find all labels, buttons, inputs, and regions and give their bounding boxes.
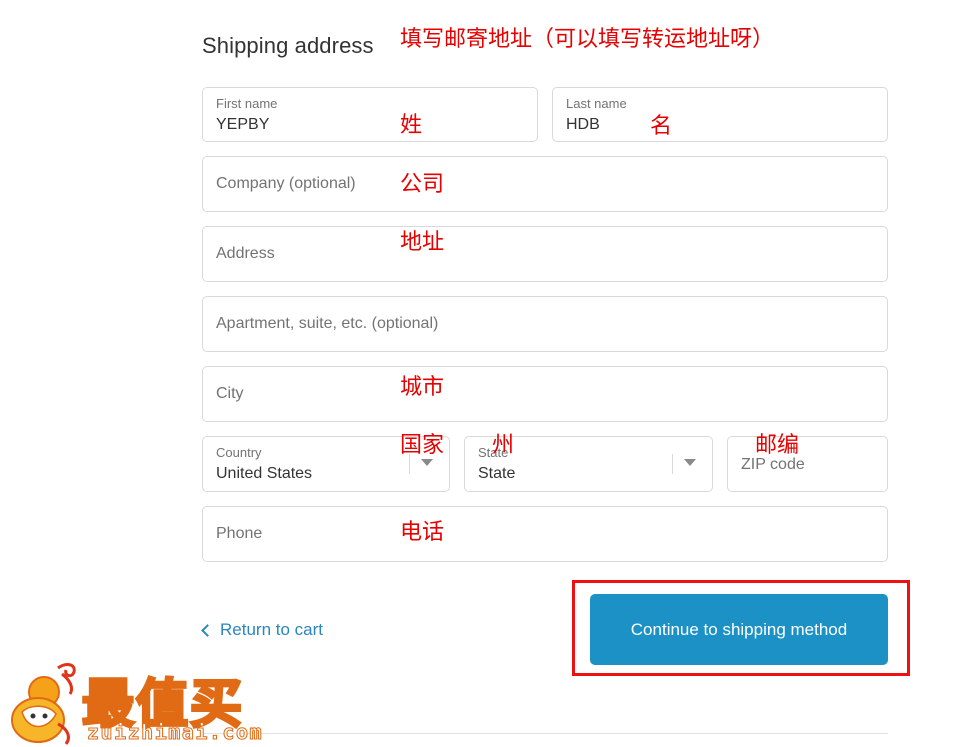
- apartment-placeholder: Apartment, suite, etc. (optional): [216, 315, 439, 332]
- state-select-divider: [672, 454, 673, 474]
- annotation-company: 公司: [400, 172, 445, 197]
- chevron-down-icon: [684, 459, 696, 466]
- phone-placeholder: Phone: [216, 525, 263, 542]
- annotation-country: 国家: [400, 433, 445, 458]
- return-to-cart-label: Return to cart: [220, 620, 323, 639]
- city-placeholder: City: [216, 385, 244, 402]
- city-field[interactable]: City: [202, 366, 888, 422]
- apartment-field[interactable]: Apartment, suite, etc. (optional): [202, 296, 888, 352]
- last-name-value: HDB: [566, 116, 600, 133]
- chevron-left-icon: [201, 623, 214, 637]
- continue-to-shipping-button[interactable]: Continue to shipping method: [590, 594, 888, 665]
- return-to-cart-link[interactable]: Return to cart: [201, 620, 323, 640]
- chevron-down-icon: [421, 459, 433, 466]
- footer-divider: [203, 733, 888, 734]
- gourd-mascot-icon: [11, 663, 76, 745]
- shipping-address-title: Shipping address: [202, 33, 374, 58]
- annotation-address: 地址: [400, 230, 445, 255]
- address-field[interactable]: Address: [202, 226, 888, 282]
- annotation-state: 州: [492, 433, 515, 458]
- last-name-field[interactable]: Last name HDB: [552, 87, 888, 142]
- last-name-label: Last name: [566, 96, 627, 111]
- address-placeholder: Address: [216, 245, 275, 262]
- country-label: Country: [216, 445, 262, 460]
- annotation-zip: 邮编: [755, 433, 800, 458]
- logo-url: zuizhimai.com: [86, 720, 264, 745]
- phone-field[interactable]: Phone: [202, 506, 888, 562]
- watermark-logo: 最值买 zuizhimai.com: [0, 654, 300, 747]
- country-value: United States: [216, 465, 313, 482]
- zip-field[interactable]: ZIP code: [727, 436, 888, 492]
- first-name-label: First name: [216, 96, 278, 111]
- annotation-given-name: 名: [650, 114, 673, 139]
- state-value: State: [478, 465, 516, 482]
- annotation-phone: 电话: [400, 520, 445, 545]
- company-field[interactable]: Company (optional): [202, 156, 888, 212]
- first-name-field[interactable]: First name YEPBY: [202, 87, 538, 142]
- annotation-surname: 姓: [400, 113, 423, 138]
- annotation-header: 填写邮寄地址（可以填写转运地址呀）: [400, 27, 775, 52]
- annotation-city: 城市: [400, 375, 445, 400]
- first-name-value: YEPBY: [216, 116, 270, 133]
- company-placeholder: Company (optional): [216, 175, 356, 192]
